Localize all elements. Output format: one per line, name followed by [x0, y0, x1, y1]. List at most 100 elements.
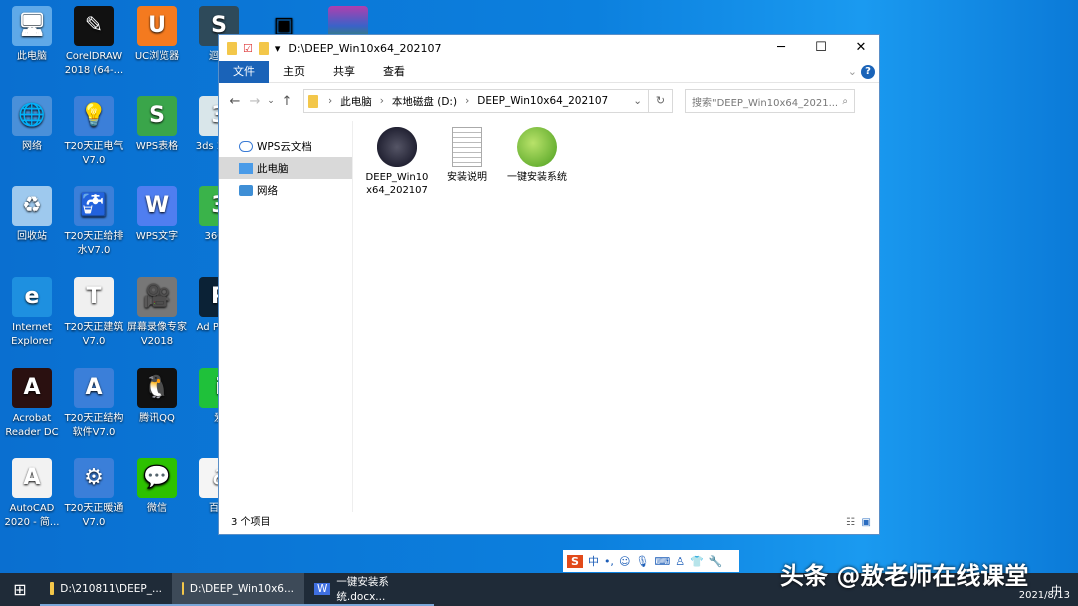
- file-name: DEEP_Win10x64_202107: [366, 172, 429, 196]
- tab-home[interactable]: 主页: [269, 61, 319, 83]
- desktop-icon[interactable]: 💡T20天正电气 V7.0: [62, 96, 126, 168]
- file-explorer-window: ☑ ▾ D:\DEEP_Win10x64_202107 ─ ☐ ✕ 文件 主页 …: [218, 34, 880, 535]
- app-icon: 💬: [137, 458, 177, 498]
- app-icon: U: [137, 6, 177, 46]
- desktop-icon-label: UC浏览器: [125, 50, 189, 64]
- punctuation-icon[interactable]: •,: [604, 555, 614, 568]
- address-bar[interactable]: ›此电脑 ›本地磁盘 (D:) ›DEEP_Win10x64_202107 ⌄: [303, 89, 649, 113]
- desktop-icon[interactable]: T T20天正建筑 V7.0: [62, 277, 126, 349]
- desktop-icon-label: 微信: [125, 502, 189, 516]
- minimize-button[interactable]: ─: [761, 35, 801, 61]
- nav-label: 网络: [257, 183, 278, 198]
- desktop-icon-label: WPS表格: [125, 140, 189, 154]
- desktop-icon[interactable]: ⚙T20天正暖通 V7.0: [62, 458, 126, 530]
- taskbar-item[interactable]: W一键安装系统.docx...: [304, 573, 434, 606]
- window-title: D:\DEEP_Win10x64_202107: [288, 42, 441, 55]
- folder-icon: [50, 582, 54, 595]
- desktop-icon[interactable]: W WPS文字: [125, 186, 189, 244]
- skin-icon[interactable]: 👕: [690, 555, 704, 568]
- address-dropdown-icon[interactable]: ⌄: [633, 95, 642, 107]
- taskbar-label: D:\DEEP_Win10x6...: [190, 583, 294, 595]
- back-button[interactable]: ←: [225, 94, 245, 109]
- navigation-pane: WPS云文档 此电脑 网络: [219, 121, 353, 512]
- desktop-icon[interactable]: eInternet Explorer: [0, 277, 64, 349]
- desktop-icon-label: WPS文字: [125, 230, 189, 244]
- user-icon[interactable]: ♙: [675, 555, 685, 568]
- breadcrumb-folder[interactable]: DEEP_Win10x64_202107: [477, 95, 608, 107]
- file-item[interactable]: 安装说明: [435, 127, 499, 197]
- taskbar-item[interactable]: D:\210811\DEEP_...: [40, 573, 172, 606]
- desktop-icon[interactable]: ✎CorelDRAW 2018 (64-...: [62, 6, 126, 78]
- recent-dropdown[interactable]: ⌄: [265, 96, 277, 106]
- deep-app-icon: [377, 127, 417, 167]
- mic-icon[interactable]: 🎙: [635, 555, 649, 568]
- app-icon: A: [12, 368, 52, 408]
- desktop-icon[interactable]: ♻回收站: [0, 186, 64, 244]
- desktop-icon[interactable]: 🖥此电脑: [0, 6, 64, 64]
- desktop-icon[interactable]: SWPS表格: [125, 96, 189, 154]
- taskbar-item[interactable]: D:\DEEP_Win10x6...: [172, 573, 304, 606]
- refresh-button[interactable]: ↻: [649, 89, 673, 113]
- breadcrumb-this-pc[interactable]: 此电脑: [340, 94, 372, 109]
- clock-date[interactable]: 2021/8/13: [1019, 590, 1070, 601]
- expand-ribbon-icon[interactable]: ⌄: [844, 61, 861, 83]
- file-name: 一键安装系统: [507, 172, 567, 183]
- desktop-icon-label: T20天正结构软件V7.0: [62, 412, 126, 440]
- desktop-icon-label: Internet Explorer: [0, 321, 64, 349]
- desktop-icon[interactable]: AT20天正结构软件V7.0: [62, 368, 126, 440]
- file-item[interactable]: 一键安装系统: [505, 127, 569, 197]
- desktop-icon-label: T20天正建筑 V7.0: [62, 321, 126, 349]
- forward-button[interactable]: →: [245, 94, 265, 109]
- settings-icon[interactable]: 🔧: [709, 555, 723, 568]
- qat-dropdown-icon[interactable]: ▾: [275, 42, 281, 55]
- app-icon: 🖥: [12, 6, 52, 46]
- desktop-icon[interactable]: 🚰 T20天正给排水V7.0: [62, 186, 126, 258]
- file-item[interactable]: DEEP_Win10x64_202107: [365, 127, 429, 197]
- wps-word-icon: W: [314, 583, 330, 595]
- app-icon: A: [12, 458, 52, 498]
- ime-mode[interactable]: 中: [588, 553, 599, 569]
- help-icon[interactable]: ?: [861, 65, 875, 79]
- start-button[interactable]: ⊞: [0, 580, 40, 599]
- new-folder-icon[interactable]: [259, 42, 269, 55]
- details-view-button[interactable]: ☷: [846, 512, 855, 534]
- desktop-icon[interactable]: AAutoCAD 2020 - 简...: [0, 458, 64, 530]
- desktop-icon[interactable]: 🐧腾讯QQ: [125, 368, 189, 426]
- desktop-icon[interactable]: 🎥 屏幕录像专家V2018: [125, 277, 189, 349]
- keyboard-icon[interactable]: ⌨: [654, 555, 670, 568]
- nav-item-network[interactable]: 网络: [219, 179, 352, 201]
- nav-item-wps-cloud[interactable]: WPS云文档: [219, 135, 352, 157]
- desktop-icon[interactable]: 🌐网络: [0, 96, 64, 154]
- close-button[interactable]: ✕: [841, 35, 881, 61]
- sogou-logo[interactable]: S: [567, 555, 583, 568]
- app-icon: 🎥: [137, 277, 177, 317]
- app-icon: 🐧: [137, 368, 177, 408]
- up-button[interactable]: ↑: [277, 94, 297, 109]
- search-icon: ⌕: [842, 96, 848, 107]
- properties-icon[interactable]: ☑: [243, 42, 253, 55]
- file-list: DEEP_Win10x64_202107 安装说明 一键安装系统: [365, 127, 575, 197]
- desktop-icon-label: 屏幕录像专家V2018: [125, 321, 189, 349]
- app-icon: W: [137, 186, 177, 226]
- title-bar: ☑ ▾ D:\DEEP_Win10x64_202107 ─ ☐ ✕: [219, 35, 879, 61]
- app-icon: 🚰: [74, 186, 114, 226]
- maximize-button[interactable]: ☐: [801, 35, 841, 61]
- nav-item-this-pc[interactable]: 此电脑: [219, 157, 352, 179]
- app-icon: 💡: [74, 96, 114, 136]
- desktop-icon[interactable]: 💬 微信: [125, 458, 189, 516]
- tab-view[interactable]: 查看: [369, 61, 419, 83]
- search-input[interactable]: 搜索"DEEP_Win10x64_2021... ⌕: [685, 89, 855, 113]
- desktop-icon[interactable]: AAcrobat Reader DC: [0, 368, 64, 440]
- tab-file[interactable]: 文件: [219, 61, 269, 83]
- app-icon: T: [74, 277, 114, 317]
- tab-share[interactable]: 共享: [319, 61, 369, 83]
- address-row: ← → ⌄ ↑ ›此电脑 ›本地磁盘 (D:) ›DEEP_Win10x64_2…: [219, 83, 879, 119]
- desktop-icon-label: T20天正给排水V7.0: [62, 230, 126, 258]
- ime-toolbar: S 中 •, ☺ 🎙 ⌨ ♙ 👕 🔧: [563, 550, 739, 572]
- desktop-icon[interactable]: U UC浏览器: [125, 6, 189, 64]
- large-icons-view-button[interactable]: ▣: [862, 512, 871, 534]
- desktop-icon-label: 网络: [0, 140, 64, 154]
- breadcrumb-drive-d[interactable]: 本地磁盘 (D:): [392, 94, 457, 109]
- desktop-icon-label: CorelDRAW 2018 (64-...: [62, 50, 126, 78]
- emoji-icon[interactable]: ☺: [619, 555, 630, 568]
